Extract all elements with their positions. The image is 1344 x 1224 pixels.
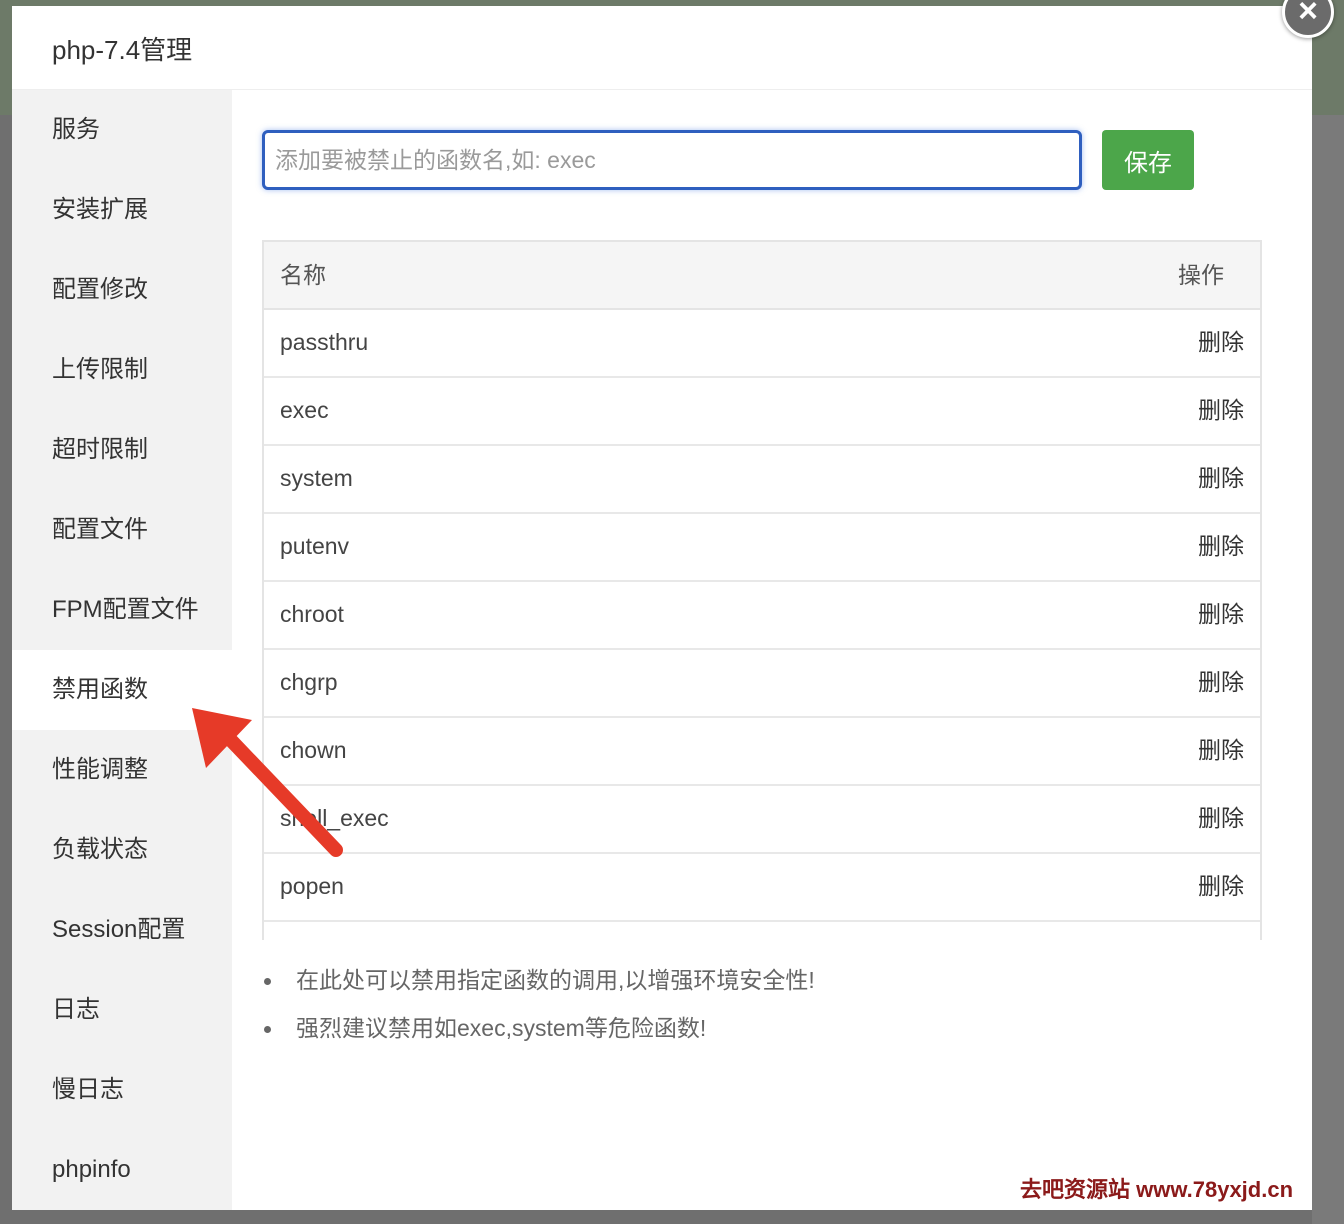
table-header: 名称 操作 xyxy=(264,242,1260,310)
close-button[interactable]: × xyxy=(1282,0,1334,38)
modal-title: php-7.4管理 xyxy=(52,35,193,65)
tip-text: 在此处可以禁用指定函数的调用,以增强环境安全性! xyxy=(296,967,815,993)
sidebar-item-session-config[interactable]: Session配置 xyxy=(12,890,232,970)
delete-link[interactable]: 删除 xyxy=(1198,378,1244,442)
function-name: chgrp xyxy=(280,669,338,695)
background-right-strip xyxy=(1312,115,1344,1224)
sidebar-item-config-edit[interactable]: 配置修改 xyxy=(12,250,232,330)
column-header-name: 名称 xyxy=(280,262,326,288)
function-name-input[interactable] xyxy=(262,130,1082,190)
save-button[interactable]: 保存 xyxy=(1102,130,1194,190)
function-name: shell_exec xyxy=(280,805,389,831)
sidebar-item-fpm-config-file[interactable]: FPM配置文件 xyxy=(12,570,232,650)
delete-link[interactable]: 删除 xyxy=(1198,446,1244,510)
sidebar-item-slow-log[interactable]: 慢日志 xyxy=(12,1050,232,1130)
watermark: 去吧资源站 www.78yxjd.cn xyxy=(1020,1177,1294,1202)
function-name: putenv xyxy=(280,533,350,559)
table-row: chown 删除 xyxy=(264,718,1260,786)
tip-item: 在此处可以禁用指定函数的调用,以增强环境安全性! xyxy=(262,960,1262,1008)
sidebar-item-service[interactable]: 服务 xyxy=(12,90,232,170)
delete-link[interactable]: 删除 xyxy=(1198,650,1244,714)
function-name: exec xyxy=(280,397,329,423)
disabled-functions-panel: 保存 名称 操作 passthru 删除 exec 删除 system 删除 p… xyxy=(232,90,1312,1210)
function-name: popen xyxy=(280,873,344,899)
php-manager-modal: php-7.4管理 服务 安装扩展 配置修改 上传限制 超时限制 配置文件 FP… xyxy=(12,6,1312,1210)
delete-link[interactable]: 删除 xyxy=(1198,310,1244,374)
modal-header: php-7.4管理 xyxy=(12,6,1312,90)
delete-link[interactable]: 删除 xyxy=(1198,854,1244,918)
sidebar-item-load-status[interactable]: 负载状态 xyxy=(12,810,232,890)
sidebar-item-disabled-functions[interactable]: 禁用函数 xyxy=(12,650,232,730)
function-name: chroot xyxy=(280,601,344,627)
tip-item: 强烈建议禁用如exec,system等危险函数! xyxy=(262,1008,1262,1056)
tip-text: 强烈建议禁用如exec,system等危险函数! xyxy=(296,1015,707,1041)
function-name: system xyxy=(280,465,353,491)
table-row: shell_exec 删除 xyxy=(264,786,1260,854)
disabled-functions-table: 名称 操作 passthru 删除 exec 删除 system 删除 pute… xyxy=(262,240,1262,940)
table-row: putenv 删除 xyxy=(264,514,1260,582)
help-tips: 在此处可以禁用指定函数的调用,以增强环境安全性! 强烈建议禁用如exec,sys… xyxy=(262,960,1262,1056)
function-name: chown xyxy=(280,737,347,763)
sidebar-item-log[interactable]: 日志 xyxy=(12,970,232,1050)
table-row: chroot 删除 xyxy=(264,582,1260,650)
sidebar-item-performance-tuning[interactable]: 性能调整 xyxy=(12,730,232,810)
table-row: system 删除 xyxy=(264,446,1260,514)
function-name: passthru xyxy=(280,329,369,355)
delete-link[interactable]: 删除 xyxy=(1198,582,1244,646)
sidebar-item-install-extension[interactable]: 安装扩展 xyxy=(12,170,232,250)
delete-link[interactable]: 删除 xyxy=(1198,786,1244,850)
table-row: popen 删除 xyxy=(264,854,1260,922)
table-row: passthru 删除 xyxy=(264,310,1260,378)
table-row: exec 删除 xyxy=(264,378,1260,446)
sidebar-item-upload-limit[interactable]: 上传限制 xyxy=(12,330,232,410)
sidebar-item-timeout-limit[interactable]: 超时限制 xyxy=(12,410,232,490)
sidebar: 服务 安装扩展 配置修改 上传限制 超时限制 配置文件 FPM配置文件 禁用函数… xyxy=(12,90,232,1210)
delete-link[interactable]: 删除 xyxy=(1198,718,1244,782)
close-icon: × xyxy=(1298,0,1318,30)
sidebar-item-phpinfo[interactable]: phpinfo xyxy=(12,1130,232,1210)
sidebar-item-config-file[interactable]: 配置文件 xyxy=(12,490,232,570)
delete-link[interactable]: 删除 xyxy=(1198,514,1244,578)
bullet-icon xyxy=(264,978,271,985)
table-row: chgrp 删除 xyxy=(264,650,1260,718)
bullet-icon xyxy=(264,1026,271,1033)
column-header-operation: 操作 xyxy=(1178,262,1224,288)
